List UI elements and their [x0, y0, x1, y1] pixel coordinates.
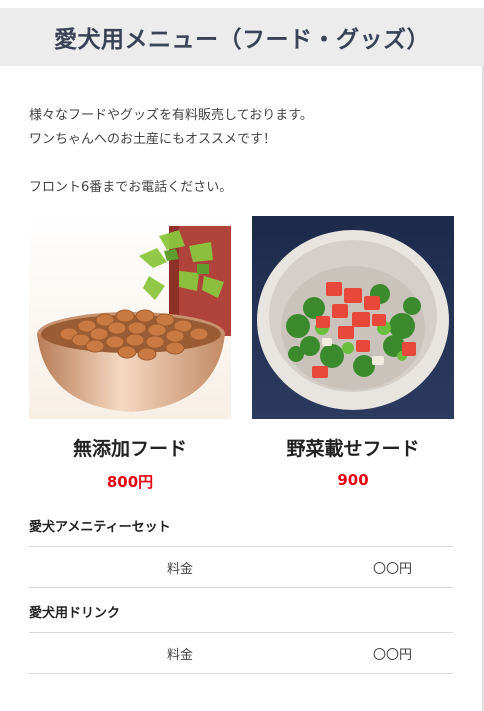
- price-row: 料金 〇〇円: [29, 546, 453, 588]
- page-title: 愛犬用メニュー（フード・グッズ）: [54, 27, 430, 53]
- menu-title: 愛犬アメニティーセット: [29, 520, 171, 535]
- product-name: 無添加フード: [72, 438, 187, 460]
- intro-line: 様々なフードやグッズを有料販売しております。: [29, 108, 313, 123]
- product-card: 野菜載せフード 900: [252, 216, 454, 489]
- price-label: 料金: [167, 648, 194, 663]
- menu-section: 愛犬用ドリンク 料金 〇〇円: [29, 602, 453, 674]
- intro-line: ワンちゃんへのお土産にもオススメです！: [29, 132, 277, 147]
- product-card: 無添加フード 800円: [29, 216, 231, 492]
- product-price: 800円: [106, 473, 154, 491]
- intro-text: 様々なフードやグッズを有料販売しております。 ワンちゃんへのお土産にもオススメで…: [29, 104, 459, 200]
- price-label: 料金: [167, 562, 194, 577]
- price-row: 料金 〇〇円: [29, 632, 453, 674]
- price-value: 〇〇円: [373, 648, 413, 663]
- product-price: 900: [337, 471, 369, 489]
- page-header: 愛犬用メニュー（フード・グッズ）: [0, 8, 484, 66]
- menu-title: 愛犬用ドリンク: [29, 606, 121, 621]
- intro-line: フロント6番までお電話ください。: [29, 180, 233, 195]
- menu-section: 愛犬アメニティーセット 料金 〇〇円: [29, 516, 453, 588]
- price-value: 〇〇円: [373, 562, 413, 577]
- vegetable-food-photo: [252, 216, 454, 419]
- dog-food-photo: [29, 216, 231, 419]
- product-name: 野菜載せフード: [286, 438, 420, 460]
